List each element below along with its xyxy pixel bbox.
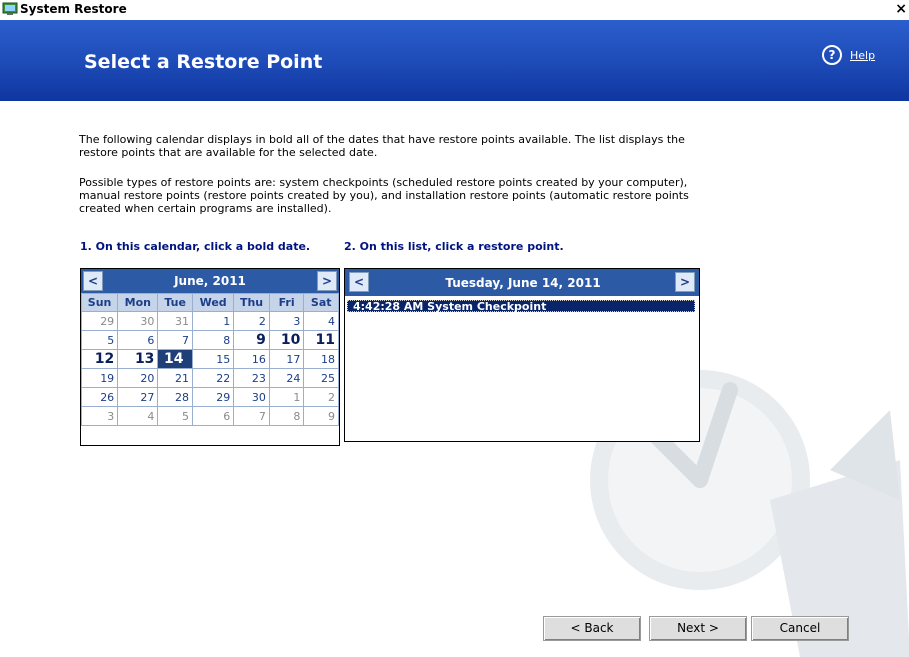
back-button[interactable]: < Back bbox=[543, 616, 641, 641]
calendar-day[interactable]: 13 bbox=[117, 349, 159, 369]
title-bar: System Restore × bbox=[0, 0, 909, 20]
calendar-day[interactable]: 5 bbox=[80, 330, 119, 350]
calendar-day[interactable]: 7 bbox=[157, 330, 193, 350]
calendar-day[interactable]: 29 bbox=[80, 311, 119, 331]
list-prev-day-button[interactable]: < bbox=[349, 272, 369, 292]
calendar-week-row: 12 13 14 15 16 17 18 bbox=[80, 349, 339, 369]
calendar-day[interactable]: 8 bbox=[191, 330, 235, 350]
system-restore-app-icon bbox=[2, 2, 18, 15]
calendar-day[interactable]: 22 bbox=[191, 368, 235, 388]
weekday-header: Sat bbox=[303, 293, 339, 312]
calendar-day[interactable]: 1 bbox=[268, 387, 305, 407]
calendar-step-label: 1. On this calendar, click a bold date. bbox=[80, 240, 311, 253]
restore-list-date: Tuesday, June 14, 2011 bbox=[445, 276, 601, 290]
calendar-day[interactable]: 21 bbox=[157, 368, 193, 388]
help-area: ? Help bbox=[822, 45, 875, 65]
restore-list-header: < Tuesday, June 14, 2011 > bbox=[345, 269, 699, 296]
calendar-day[interactable]: 16 bbox=[233, 349, 270, 369]
help-link[interactable]: Help bbox=[850, 49, 875, 62]
calendar-day[interactable]: 10 bbox=[268, 330, 305, 350]
weekday-header: Wed bbox=[191, 293, 235, 312]
help-icon[interactable]: ? bbox=[822, 45, 842, 65]
calendar-day[interactable]: 5 bbox=[157, 406, 193, 426]
calendar-day[interactable]: 11 bbox=[303, 330, 339, 350]
calendar-day[interactable]: 15 bbox=[191, 349, 235, 369]
calendar-day[interactable]: 7 bbox=[233, 406, 270, 426]
calendar-week-row: 5 6 7 8 9 10 11 bbox=[80, 330, 339, 350]
calendar-day[interactable]: 30 bbox=[233, 387, 270, 407]
calendar-day[interactable]: 2 bbox=[233, 311, 270, 331]
calendar-prev-month-button[interactable]: < bbox=[83, 271, 103, 291]
calendar-day[interactable]: 23 bbox=[233, 368, 270, 388]
calendar-day[interactable]: 17 bbox=[268, 349, 305, 369]
calendar-day[interactable]: 8 bbox=[268, 406, 305, 426]
page-title: Select a Restore Point bbox=[84, 51, 323, 73]
calendar-day[interactable]: 9 bbox=[303, 406, 339, 426]
weekday-header-row: Sun Mon Tue Wed Thu Fri Sat bbox=[80, 293, 339, 312]
calendar-day[interactable]: 4 bbox=[303, 311, 339, 331]
calendar-month-label: June, 2011 bbox=[174, 274, 246, 288]
calendar-day[interactable]: 2 bbox=[303, 387, 339, 407]
close-icon[interactable]: × bbox=[895, 1, 907, 17]
list-step-label: 2. On this list, click a restore point. bbox=[344, 240, 564, 253]
calendar-day[interactable]: 31 bbox=[157, 311, 193, 331]
list-next-day-button[interactable]: > bbox=[675, 272, 695, 292]
intro-paragraph-2: Possible types of restore points are: sy… bbox=[79, 176, 689, 215]
calendar-day[interactable]: 25 bbox=[303, 368, 339, 388]
window-title: System Restore bbox=[20, 2, 127, 16]
calendar-week-row: 19 20 21 22 23 24 25 bbox=[80, 368, 339, 388]
calendar-week-row: 29 30 31 1 2 3 4 bbox=[80, 311, 339, 331]
next-button[interactable]: Next > bbox=[649, 616, 747, 641]
calendar-day[interactable]: 6 bbox=[191, 406, 235, 426]
weekday-header: Sun bbox=[80, 293, 119, 312]
calendar-day[interactable]: 27 bbox=[117, 387, 159, 407]
calendar-day[interactable]: 29 bbox=[191, 387, 235, 407]
calendar-day[interactable]: 24 bbox=[268, 368, 305, 388]
calendar-day-selected[interactable]: 14 bbox=[157, 349, 193, 369]
calendar-day[interactable]: 3 bbox=[268, 311, 305, 331]
calendar-day[interactable]: 19 bbox=[80, 368, 119, 388]
calendar-day[interactable]: 30 bbox=[117, 311, 159, 331]
weekday-header: Fri bbox=[268, 293, 305, 312]
calendar-day[interactable]: 6 bbox=[117, 330, 159, 350]
calendar-day[interactable]: 9 bbox=[233, 330, 270, 350]
calendar-day[interactable]: 1 bbox=[191, 311, 235, 331]
calendar-day[interactable]: 4 bbox=[117, 406, 159, 426]
calendar-day[interactable]: 12 bbox=[80, 349, 119, 369]
calendar-day[interactable]: 18 bbox=[303, 349, 339, 369]
weekday-header: Thu bbox=[233, 293, 270, 312]
weekday-header: Mon bbox=[117, 293, 159, 312]
calendar-next-month-button[interactable]: > bbox=[317, 271, 337, 291]
calendar-grid: Sun Mon Tue Wed Thu Fri Sat 29 30 31 1 2 3 4 5 6 7 8 9 10 1… bbox=[80, 293, 339, 426]
restore-point-list: < Tuesday, June 14, 2011 > 4:42:28 AM Sy… bbox=[344, 268, 700, 442]
calendar-day[interactable]: 26 bbox=[80, 387, 119, 407]
header-banner: Select a Restore Point ? Help bbox=[0, 20, 909, 101]
weekday-header: Tue bbox=[157, 293, 193, 312]
cancel-button[interactable]: Cancel bbox=[751, 616, 849, 641]
intro-paragraph-1: The following calendar displays in bold … bbox=[79, 133, 685, 159]
restore-point-item[interactable]: 4:42:28 AM System Checkpoint bbox=[347, 300, 695, 313]
calendar-day[interactable]: 28 bbox=[157, 387, 193, 407]
calendar-header: < June, 2011 > bbox=[81, 269, 339, 293]
calendar: < June, 2011 > Sun Mon Tue Wed Thu Fri Sat 29 3… bbox=[80, 268, 340, 446]
calendar-day[interactable]: 3 bbox=[80, 406, 119, 426]
calendar-week-row: 26 27 28 29 30 1 2 bbox=[80, 387, 339, 407]
calendar-day[interactable]: 20 bbox=[117, 368, 159, 388]
calendar-week-row: 3456789 bbox=[80, 406, 339, 426]
